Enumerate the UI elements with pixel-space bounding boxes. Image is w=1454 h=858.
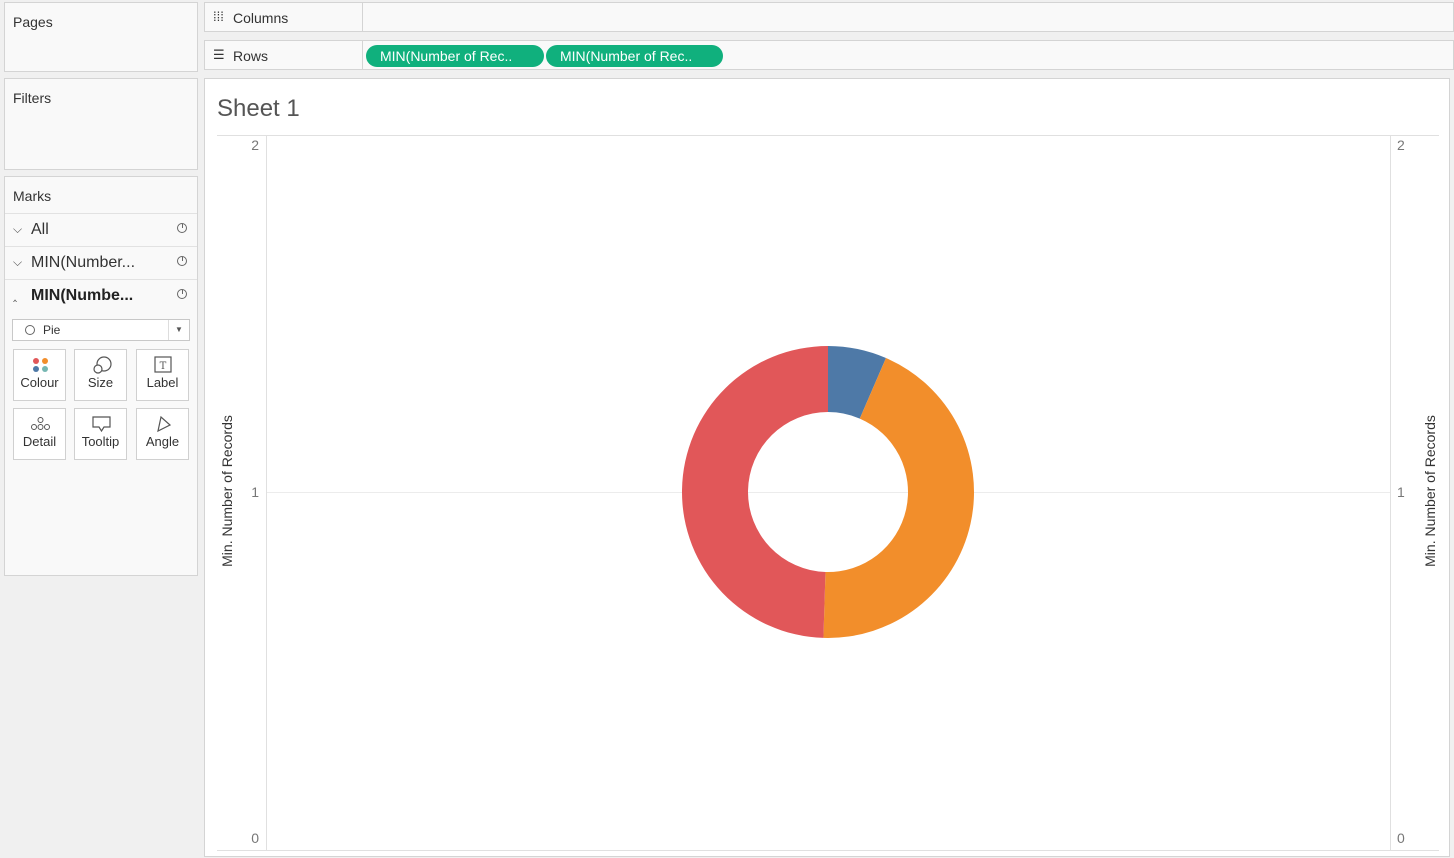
detail-label: Detail: [22, 434, 57, 449]
colour-icon: [33, 358, 48, 372]
rows-label: Rows: [233, 48, 269, 64]
svg-text:T: T: [160, 361, 167, 372]
angle-button[interactable]: Angle: [136, 408, 189, 460]
tooltip-label: Tooltip: [81, 434, 120, 449]
pages-shelf[interactable]: Pages: [4, 2, 198, 72]
columns-shelf[interactable]: [363, 2, 1454, 32]
filters-shelf[interactable]: Filters: [4, 78, 198, 170]
mark-type-value: Pie: [43, 323, 61, 337]
tooltip-button[interactable]: Tooltip: [74, 408, 127, 460]
rows-shelf[interactable]: MIN(Number of Rec.. MIN(Number of Rec..: [363, 40, 1454, 70]
colour-label: Colour: [20, 375, 59, 390]
right-tick-0: 0: [1397, 830, 1405, 846]
worksheet-view: Sheet 1 2 1 0 2 1 0 Min. Number of Recor…: [204, 78, 1450, 857]
right-tick-2: 2: [1397, 137, 1405, 153]
marks-row-min-1[interactable]: ⌵ MIN(Number...: [5, 246, 197, 278]
marks-row-min-2[interactable]: ‸ MIN(Numbe...: [5, 279, 197, 311]
marks-title: Marks: [13, 188, 52, 204]
label-button[interactable]: T Label: [136, 349, 189, 401]
detail-icon: [31, 417, 50, 430]
colour-button[interactable]: Colour: [13, 349, 66, 401]
right-axis-title: Min. Number of Records: [1422, 415, 1438, 567]
pie-icon: [177, 223, 187, 233]
donut-slice-3[interactable]: [681, 346, 828, 638]
dropdown-arrow-icon[interactable]: ▼: [168, 320, 189, 340]
left-tick-0: 0: [251, 830, 259, 846]
marks-card: Marks ⌵ All ⌵ MIN(Number... ‸ MIN(Numbe.…: [4, 176, 198, 576]
angle-label: Angle: [145, 434, 180, 449]
bar-columns-icon: ⁞⁞⁞: [213, 9, 224, 24]
columns-shelf-label: ⁞⁞⁞ Columns: [204, 2, 363, 32]
row-pill-2[interactable]: MIN(Number of Rec..: [546, 45, 723, 67]
pie-icon: [177, 256, 187, 266]
right-tick-1: 1: [1397, 484, 1405, 500]
detail-button[interactable]: Detail: [13, 408, 66, 460]
marks-row-label: All: [31, 221, 49, 238]
tooltip-icon: [92, 416, 111, 433]
left-tick-1: 1: [251, 484, 259, 500]
filters-title: Filters: [13, 90, 52, 106]
size-label: Size: [87, 375, 114, 390]
rows-shelf-label: ☰ Rows: [204, 40, 363, 70]
left-axis-title: Min. Number of Records: [219, 415, 235, 567]
marks-row-label: MIN(Numbe...: [31, 287, 134, 304]
size-button[interactable]: Size: [74, 349, 127, 401]
angle-icon: [157, 415, 172, 433]
pages-title: Pages: [13, 14, 53, 30]
chevron-down-icon: ⌵: [13, 222, 23, 236]
pie-icon: [25, 325, 35, 335]
pie-icon: [177, 289, 187, 299]
donut-chart: 2 1 0 2 1 0 Min. Number of Records Min. …: [217, 135, 1439, 851]
size-icon: [93, 356, 112, 374]
marks-row-all[interactable]: ⌵ All: [5, 213, 197, 245]
chevron-up-icon: ‸: [13, 288, 18, 302]
list-rows-icon: ☰: [213, 47, 225, 62]
row-pill-1[interactable]: MIN(Number of Rec..: [366, 45, 544, 67]
columns-label: Columns: [233, 10, 289, 26]
text-label-icon: T: [154, 356, 172, 373]
label-label: Label: [146, 375, 179, 390]
chevron-down-icon: ⌵: [13, 255, 23, 269]
mark-type-select[interactable]: Pie ▼: [12, 319, 190, 341]
marks-row-label: MIN(Number...: [31, 254, 136, 271]
left-tick-2: 2: [251, 137, 259, 153]
